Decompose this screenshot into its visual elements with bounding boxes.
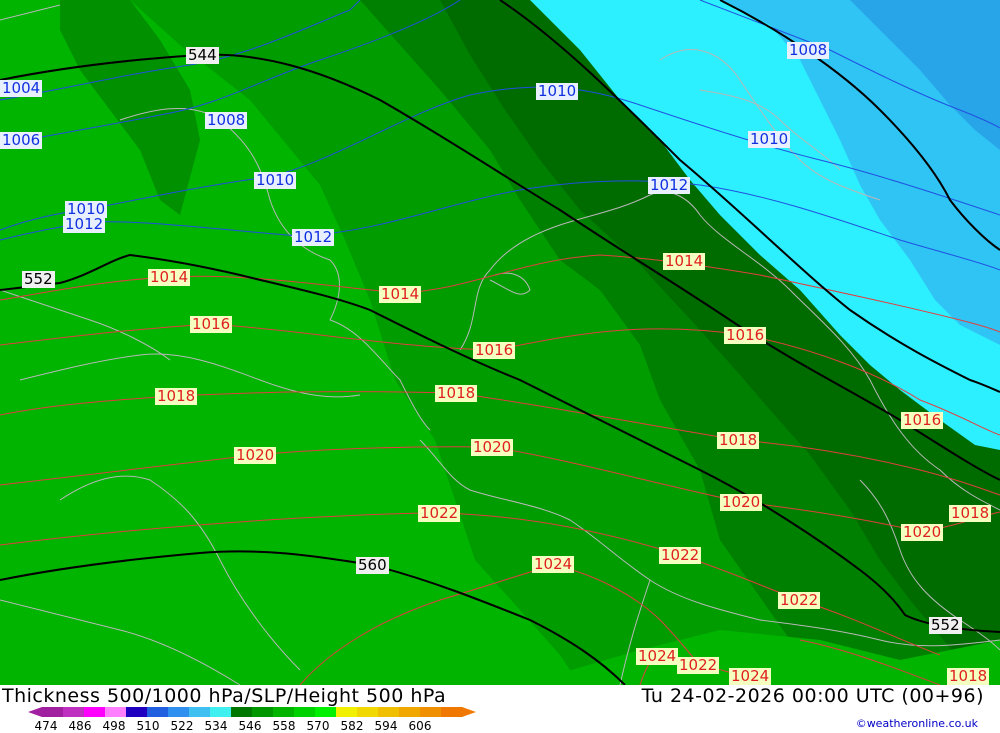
height-contour-label: 544 [186,46,219,64]
isobar-label: 1018 [717,431,760,449]
map-title: Thickness 500/1000 hPa/SLP/Height 500 hP… [2,685,447,707]
legend-tick-label: 582 [341,719,364,733]
isobar-label: 1020 [901,523,944,541]
isobar-label: 1014 [148,268,191,286]
legend-swatch [105,707,127,717]
legend-tick-label: 486 [69,719,92,733]
isobar-label: 1010 [536,82,579,100]
legend-swatch [441,707,463,717]
isobar-label: 1020 [234,446,277,464]
legend-swatch [231,707,253,717]
legend-swatch [357,707,379,717]
legend-tick-label: 474 [35,719,58,733]
legend-tick-label: 558 [273,719,296,733]
legend-swatch [63,707,85,717]
height-contour-label: 560 [356,556,389,574]
legend-arrow-high [462,707,476,717]
legend-swatch [42,707,64,717]
isobar-label: 1018 [949,504,992,522]
isobar-label: 1020 [471,438,514,456]
isobar-label: 1004 [0,79,43,97]
legend-swatch [168,707,190,717]
legend-arrow-low [28,707,42,717]
legend-swatch [147,707,169,717]
isobar-label: 1014 [663,252,706,270]
isobar-label: 1022 [778,591,821,609]
legend-tick-label: 570 [307,719,330,733]
isobar-label: 1008 [787,41,830,59]
legend-swatch [273,707,295,717]
isobar-label: 1006 [0,131,43,149]
legend-swatch [315,707,337,717]
isobar-label: 1018 [435,384,478,402]
legend-swatch [294,707,316,717]
isobar-label: 1014 [379,285,422,303]
map-footer: Thickness 500/1000 hPa/SLP/Height 500 hP… [0,685,1000,733]
isobar-label: 1024 [729,667,772,685]
legend-swatch [84,707,106,717]
height-contour-label: 552 [929,616,962,634]
isobar-label: 1018 [155,387,198,405]
legend-swatch [336,707,358,717]
isobar-label: 1022 [677,656,720,674]
isobar-label: 1022 [418,504,461,522]
legend-swatch [252,707,274,717]
legend-swatch [189,707,211,717]
legend-swatch [126,707,148,717]
thickness-legend: 474 486 498 510 522 534 546 558 570 582 594 606 [28,707,476,733]
legend-tick-label: 510 [137,719,160,733]
legend-tick-label: 606 [409,719,432,733]
isobar-label: 1008 [205,111,248,129]
legend-tick-label: 522 [171,719,194,733]
isobar-label: 1012 [648,176,691,194]
legend-swatch [420,707,442,717]
isobar-label: 1018 [947,667,990,685]
isobar-label: 1012 [63,215,106,233]
legend-tick-label: 534 [205,719,228,733]
isobar-label: 1016 [473,341,516,359]
forecast-datetime: Tu 24-02-2026 00:00 UTC (00+96) [641,685,984,707]
isobar-label: 1020 [720,493,763,511]
isobar-label: 1022 [659,546,702,564]
isobar-label: 1016 [724,326,767,344]
legend-tick-label: 498 [103,719,126,733]
isobar-label: 1016 [190,315,233,333]
isobar-label: 1012 [292,228,335,246]
legend-swatch [210,707,232,717]
isobar-label: 1024 [532,555,575,573]
credit-text[interactable]: ©weatheronline.co.uk [856,717,978,730]
map-labels: 1004 1006 1008 1008 1010 1010 1010 1010 1012 1012… [0,0,1000,685]
isobar-label: 1016 [901,411,944,429]
legend-tick-label: 594 [375,719,398,733]
legend-tick-label: 546 [239,719,262,733]
legend-swatch [378,707,400,717]
isobar-label: 1010 [254,171,297,189]
isobar-label: 1010 [748,130,791,148]
height-contour-label: 552 [22,270,55,288]
legend-swatch [399,707,421,717]
isobar-label: 1024 [636,647,679,665]
